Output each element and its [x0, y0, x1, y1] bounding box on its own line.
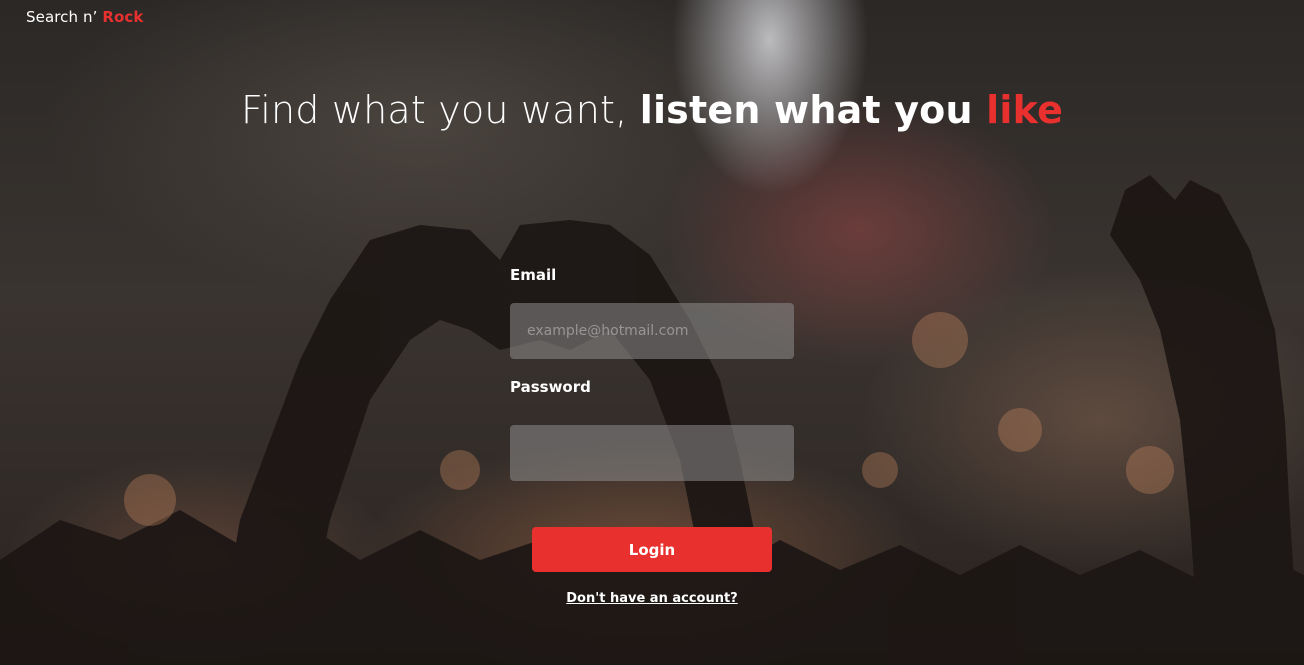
- headline-bold: listen what you: [639, 88, 987, 132]
- headline-accent: like: [986, 88, 1064, 132]
- email-label: Email: [510, 266, 557, 284]
- password-label: Password: [510, 378, 591, 396]
- headline-light: Find what you want,: [240, 88, 640, 132]
- brand-logo[interactable]: Search n’ Rock: [26, 8, 143, 26]
- login-button[interactable]: Login: [532, 527, 772, 572]
- page-headline: Find what you want, listen what you like: [0, 88, 1304, 132]
- login-form: Email Password: [510, 266, 794, 481]
- brand-name: Search n’: [26, 8, 103, 26]
- password-field[interactable]: [510, 425, 794, 481]
- brand-name-accent: Rock: [102, 8, 144, 26]
- email-field[interactable]: [510, 303, 794, 359]
- signup-link[interactable]: Don't have an account?: [0, 591, 1304, 606]
